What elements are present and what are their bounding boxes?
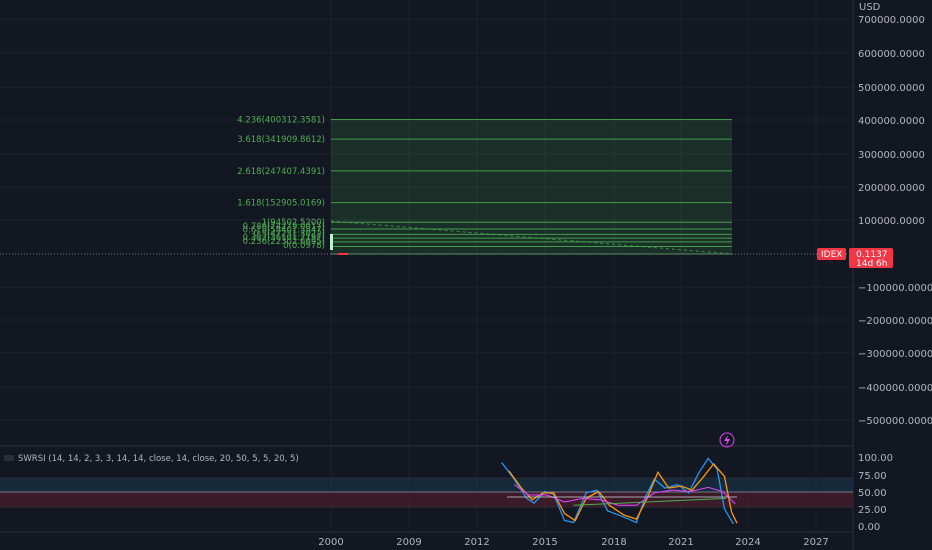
price-tick-label: 600000.0000 bbox=[858, 49, 925, 60]
indicator-tick-label: 100.00 bbox=[858, 453, 893, 464]
indicator-tick-label: 75.00 bbox=[858, 471, 887, 482]
price-tick-label: 100000.0000 bbox=[858, 216, 925, 227]
indicator-eye-icon[interactable] bbox=[4, 455, 14, 461]
indicator-label: SWRSI (14, 14, 2, 3, 3, 14, 14, close, 1… bbox=[18, 454, 299, 464]
time-tick-label: 2015 bbox=[532, 537, 557, 548]
indicator-tick-label: 50.00 bbox=[858, 488, 887, 499]
price-tick-label: −400000.0000 bbox=[858, 383, 932, 394]
time-tick-label: 2021 bbox=[668, 537, 693, 548]
price-tick-label: −500000.0000 bbox=[858, 416, 932, 427]
bar-countdown: 14d 6h bbox=[856, 259, 887, 269]
fib-level-label: 1.618(152905.0169) bbox=[237, 199, 325, 209]
fib-level-label: 3.618(341909.8612) bbox=[237, 135, 325, 145]
price-tick-label: −200000.0000 bbox=[858, 316, 932, 327]
price-tick-label: −300000.0000 bbox=[858, 349, 932, 360]
price-tick-label: −100000.0000 bbox=[858, 283, 932, 294]
price-tick-label: 700000.0000 bbox=[858, 15, 925, 26]
symbol-name: IDEX bbox=[821, 250, 842, 260]
fib-zone-fill bbox=[331, 119, 732, 254]
time-tick-label: 2009 bbox=[396, 537, 421, 548]
indicator-title[interactable]: SWRSI (14, 14, 2, 3, 3, 14, 14, close, 1… bbox=[4, 454, 299, 464]
chart-background bbox=[0, 0, 932, 550]
currency-label: USD bbox=[859, 2, 881, 13]
price-tick-label: 400000.0000 bbox=[858, 116, 925, 127]
price-tick-label: 200000.0000 bbox=[858, 183, 925, 194]
time-tick-label: 2027 bbox=[803, 537, 828, 548]
time-tick-label: 2012 bbox=[464, 537, 489, 548]
time-tick-label: 2024 bbox=[735, 537, 760, 548]
price-tick-label: 300000.0000 bbox=[858, 150, 925, 161]
fib-level-label: 2.618(247407.4391) bbox=[237, 167, 325, 177]
price-bar-mark bbox=[330, 234, 333, 250]
time-tick-label: 2018 bbox=[601, 537, 626, 548]
price-tick-label: 500000.0000 bbox=[858, 83, 925, 94]
fib-level-label: 4.236(400312.3581) bbox=[237, 115, 325, 125]
indicator-tick-label: 25.00 bbox=[858, 505, 887, 516]
chart-canvas[interactable]: 4.236(400312.3581) 3.618(341909.8612) 2.61… bbox=[0, 0, 932, 550]
indicator-tick-label: 0.00 bbox=[858, 522, 880, 533]
fib-level-label: 0(0.0978) bbox=[283, 241, 325, 251]
time-tick-label: 2000 bbox=[318, 537, 343, 548]
